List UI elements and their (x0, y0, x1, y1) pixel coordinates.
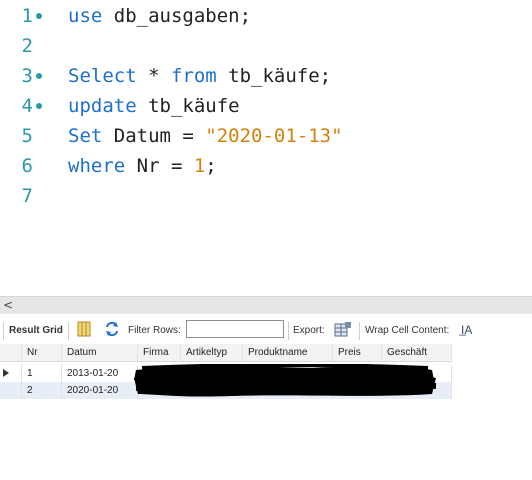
line-number: 4 (21, 95, 33, 117)
code-text: update tb_käufe (68, 94, 240, 118)
sql-text: * (136, 65, 171, 87)
sql-keyword: use (68, 5, 103, 27)
sql-keyword: update (68, 95, 137, 117)
column-header[interactable]: Produktname (243, 344, 333, 361)
refresh-icon[interactable] (104, 321, 120, 340)
column-header[interactable]: Firma (138, 344, 181, 361)
row-selector[interactable] (0, 382, 22, 399)
line-number: 3 (21, 65, 33, 87)
code-line[interactable]: 7 (0, 184, 532, 208)
column-header[interactable]: Preis (333, 344, 382, 361)
code-line[interactable]: 5 Set Datum = "2020-01-13" (0, 124, 532, 148)
filter-rows-input[interactable] (186, 320, 284, 338)
sql-keyword: Set (68, 125, 103, 147)
code-text: Set Datum = "2020-01-13" (68, 124, 343, 148)
code-line[interactable]: 1 use db_ausgaben; (0, 4, 532, 28)
toolbar-separator (68, 322, 69, 340)
code-text: Select * from tb_käufe; (68, 64, 331, 88)
grid-header-row: Nr Datum Firma Artikeltyp Produktname Preis Ge… (0, 344, 452, 362)
statement-marker-icon (36, 103, 42, 109)
code-text: use db_ausgaben; (68, 4, 251, 28)
export-label: Export: (293, 325, 325, 336)
code-line[interactable]: 4 update tb_käufe (0, 94, 532, 118)
filter-rows-label: Filter Rows: (128, 325, 181, 336)
result-grid-tab[interactable]: Result Grid (9, 325, 63, 336)
column-header[interactable]: Artikeltyp (181, 344, 243, 361)
sql-text: db_ausgaben; (102, 5, 252, 27)
code-line[interactable]: 6 where Nr = 1; (0, 154, 532, 178)
wrap-cell-content-label: Wrap Cell Content: (365, 325, 450, 336)
table-cell[interactable]: 1 (22, 365, 62, 382)
wrap-cell-content-icon[interactable]: I̲A (461, 323, 472, 337)
column-header[interactable]: Nr (22, 344, 62, 361)
line-number: 2 (21, 35, 33, 57)
table-cell[interactable]: 2013-01-20 (62, 365, 138, 382)
row-selector[interactable] (0, 365, 22, 382)
code-text: where Nr = 1; (68, 154, 217, 178)
line-number: 6 (21, 155, 33, 177)
toolbar-separator (3, 322, 4, 340)
sql-text: tb_käufe (136, 95, 240, 117)
horizontal-scrollbar[interactable]: < (0, 296, 532, 314)
toolbar-separator (288, 322, 289, 340)
sql-literal: "2020-01-13" (205, 125, 343, 147)
code-line[interactable]: 2 (0, 34, 532, 58)
line-number: 7 (21, 185, 33, 207)
export-icon[interactable] (334, 321, 352, 341)
sql-keyword: Select (68, 65, 137, 87)
sql-literal: 1 (193, 155, 206, 177)
sql-text: tb_käufe; (216, 65, 332, 87)
statement-marker-icon (36, 13, 42, 19)
sql-keyword: from (170, 65, 217, 87)
toolbar-separator (359, 322, 360, 340)
sql-editor[interactable]: 1 use db_ausgaben; 2 3 Select * from tb_käuf… (0, 0, 532, 210)
table-cell[interactable]: 2020-01-20 (62, 382, 138, 399)
sql-text: ; (205, 155, 217, 177)
column-header[interactable]: Datum (62, 344, 138, 361)
statement-marker-icon (36, 73, 42, 79)
sql-text: Nr = (125, 155, 194, 177)
sql-text: Datum = (102, 125, 206, 147)
code-line[interactable]: 3 Select * from tb_käufe; (0, 64, 532, 88)
result-toolbar: Result Grid Filter Rows: Export: Wrap Ce… (0, 318, 532, 344)
line-number: 1 (21, 5, 33, 27)
redaction-scribble (132, 363, 438, 398)
grid-corner (0, 344, 22, 361)
line-number: 5 (21, 125, 33, 147)
current-row-arrow-icon (3, 369, 9, 377)
scroll-left-arrow-icon[interactable]: < (3, 298, 13, 313)
grid-view-icon[interactable] (77, 321, 91, 340)
sql-keyword: where (68, 155, 126, 177)
column-header[interactable]: Geschäft (382, 344, 452, 361)
table-cell[interactable]: 2 (22, 382, 62, 399)
